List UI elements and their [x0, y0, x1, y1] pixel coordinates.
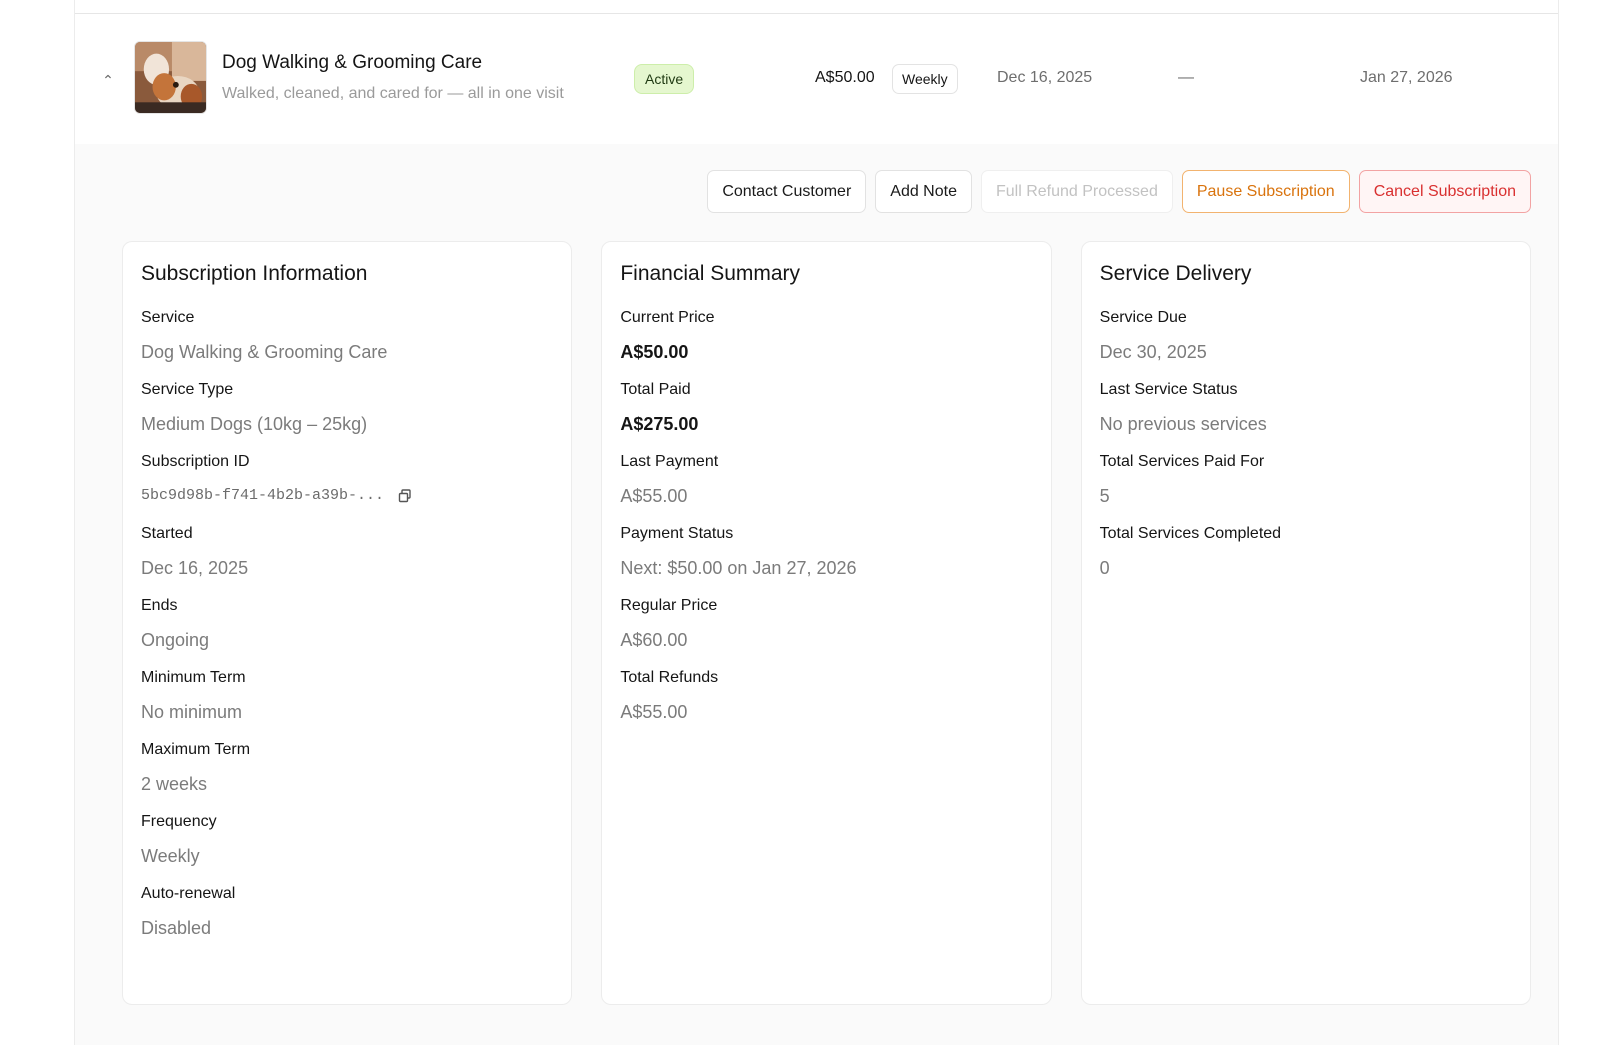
field-last-service-status: Last Service Status No previous services	[1100, 380, 1512, 435]
field-payment-status: Payment Status Next: $50.00 on Jan 27, 2…	[620, 524, 1032, 579]
field-label: Regular Price	[620, 597, 718, 614]
field-value: 5	[1099, 486, 1110, 506]
field-label: Service	[141, 309, 195, 326]
service-title: Dog Walking & Grooming Care	[222, 52, 483, 73]
field-total-paid: Total Paid A$275.00	[620, 380, 1032, 435]
action-bar: Contact Customer Add Note Full Refund Pr…	[707, 170, 1531, 213]
field-value: A$55.00	[620, 486, 688, 506]
card-title: Subscription Information	[141, 262, 368, 285]
subscription-info-card: Subscription Information Service Dog Wal…	[122, 241, 573, 1005]
subscription-id-value: 5bc9d98b-f741-4b2b-a39b-...	[141, 485, 553, 507]
field-value: A$50.00	[620, 342, 689, 362]
field-current-price: Current Price A$50.00	[620, 308, 1032, 363]
field-service: Service Dog Walking & Grooming Care	[141, 308, 553, 363]
service-delivery-card: Service Delivery Service Due Dec 30, 202…	[1080, 241, 1531, 1005]
field-label: Ends	[141, 597, 178, 614]
row-end-date: —	[1178, 69, 1194, 86]
field-value: Disabled	[141, 918, 212, 938]
financial-summary-card: Financial Summary Current Price A$50.00 …	[601, 241, 1052, 1005]
field-total-services-paid: Total Services Paid For 5	[1100, 452, 1512, 507]
field-regular-price: Regular Price A$60.00	[620, 596, 1032, 651]
detail-cards: Subscription Information Service Dog Wal…	[122, 241, 1531, 1005]
field-value: No previous services	[1099, 414, 1267, 434]
field-minimum-term: Minimum Term No minimum	[141, 668, 553, 723]
field-value: Weekly	[141, 846, 200, 866]
field-value: Dec 16, 2025	[141, 558, 249, 578]
field-label: Last Service Status	[1099, 381, 1238, 398]
field-frequency: Frequency Weekly	[141, 812, 553, 867]
contact-customer-button[interactable]: Contact Customer	[707, 170, 867, 213]
field-label: Total Services Completed	[1099, 525, 1282, 542]
field-service-due: Service Due Dec 30, 2025	[1100, 308, 1512, 363]
field-label: Total Paid	[620, 381, 691, 398]
copy-icon[interactable]	[398, 489, 412, 503]
field-value: 0	[1099, 558, 1110, 578]
field-label: Minimum Term	[141, 669, 246, 686]
row-price: A$50.00	[815, 69, 875, 86]
subscription-id-text: 5bc9d98b-f741-4b2b-a39b-...	[141, 487, 385, 504]
field-value: Ongoing	[141, 630, 210, 650]
pause-subscription-button[interactable]: Pause Subscription	[1181, 170, 1350, 213]
chevron-up-icon[interactable]: ⌃	[101, 73, 115, 87]
frequency-badge: Weekly	[892, 64, 958, 94]
field-label: Service Type	[141, 381, 234, 398]
field-label: Total Refunds	[620, 669, 719, 686]
field-label: Payment Status	[620, 525, 734, 542]
field-value: Medium Dogs (10kg – 25kg)	[141, 414, 368, 434]
field-value: A$60.00	[620, 630, 688, 650]
field-value: Dec 30, 2025	[1099, 342, 1207, 362]
row-start-date: Dec 16, 2025	[997, 69, 1093, 86]
field-maximum-term: Maximum Term 2 weeks	[141, 740, 553, 795]
field-label: Total Services Paid For	[1099, 453, 1265, 470]
field-auto-renewal: Auto-renewal Disabled	[141, 884, 553, 939]
row-next-date: Jan 27, 2026	[1360, 69, 1453, 86]
field-label: Auto-renewal	[141, 885, 236, 902]
field-label: Service Due	[1099, 309, 1187, 326]
field-label: Subscription ID	[141, 453, 250, 470]
card-title: Financial Summary	[620, 262, 801, 285]
field-label: Started	[141, 525, 193, 542]
add-note-button[interactable]: Add Note	[875, 170, 972, 213]
field-label: Current Price	[620, 309, 715, 326]
refund-button: Full Refund Processed	[980, 170, 1173, 213]
field-subscription-id: Subscription ID 5bc9d98b-f741-4b2b-a39b-…	[141, 452, 553, 507]
field-label: Frequency	[141, 813, 217, 830]
service-subtitle: Walked, cleaned, and cared for — all in …	[222, 85, 564, 102]
field-label: Maximum Term	[141, 741, 251, 758]
dog-photo-icon	[135, 42, 206, 113]
field-total-refunds: Total Refunds A$55.00	[620, 668, 1032, 723]
field-value: 2 weeks	[141, 774, 208, 794]
field-ends: Ends Ongoing	[141, 596, 553, 651]
field-started: Started Dec 16, 2025	[141, 524, 553, 579]
field-value: Dog Walking & Grooming Care	[141, 342, 388, 362]
field-value: A$275.00	[620, 414, 699, 434]
card-title: Service Delivery	[1099, 262, 1252, 285]
field-value: A$55.00	[620, 702, 688, 722]
field-value: Next: $50.00 on Jan 27, 2026	[620, 558, 857, 578]
status-badge: Active	[634, 64, 695, 94]
subscription-row[interactable]: ⌃ Dog Walking & Grooming Care Walked, cl…	[75, 14, 1558, 144]
field-label: Last Payment	[620, 453, 719, 470]
field-total-services-completed: Total Services Completed 0	[1100, 524, 1512, 579]
expanded-details-panel: Contact Customer Add Note Full Refund Pr…	[75, 144, 1558, 1045]
field-last-payment: Last Payment A$55.00	[620, 452, 1032, 507]
subscription-list: ⌃ Dog Walking & Grooming Care Walked, cl…	[74, 0, 1559, 1045]
field-value: No minimum	[141, 702, 243, 722]
service-thumbnail	[134, 41, 207, 114]
field-service-type: Service Type Medium Dogs (10kg – 25kg)	[141, 380, 553, 435]
cancel-subscription-button[interactable]: Cancel Subscription	[1358, 170, 1531, 213]
